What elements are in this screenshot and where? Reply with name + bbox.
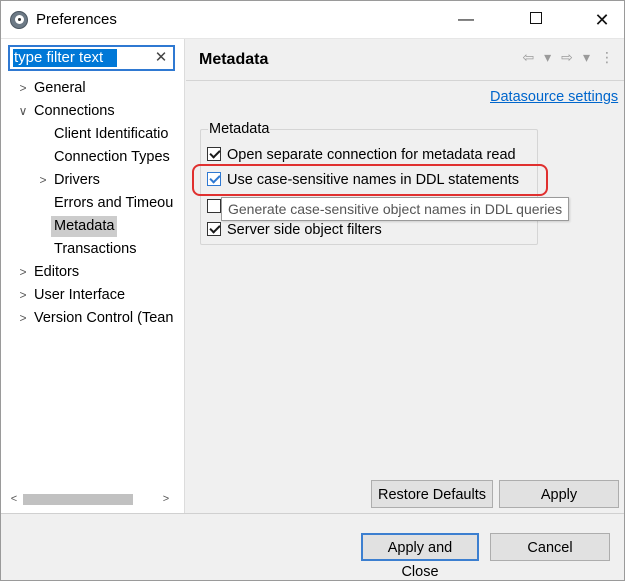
- more-options-icon[interactable]: ⋮: [600, 49, 614, 66]
- apply-and-close-button[interactable]: Apply and Close: [361, 533, 479, 580]
- apply-button[interactable]: Apply: [499, 480, 619, 508]
- expand-arrow-icon[interactable]: >: [16, 78, 30, 99]
- expand-arrow-icon[interactable]: >: [16, 308, 30, 329]
- metadata-group-label: Metadata: [208, 121, 271, 137]
- tree-item-label: General: [34, 80, 86, 96]
- expand-arrow-icon[interactable]: >: [16, 285, 30, 306]
- collapse-arrow-icon[interactable]: ∨: [16, 101, 30, 122]
- filter-field[interactable]: type filter text ✕: [8, 45, 175, 71]
- option-label: Server side object filters: [227, 222, 382, 238]
- preference-page: Metadata ⇦ ▾ ⇨ ▾ ⋮ Datasource settings M…: [186, 39, 624, 513]
- app-logo-icon: [10, 11, 28, 29]
- preferences-window: Preferences — ✕ type filter text ✕ > Gen…: [0, 0, 625, 581]
- option-label: Open separate connection for metadata re…: [227, 147, 516, 163]
- tooltip: Generate case-sensitive object names in …: [221, 197, 570, 221]
- preference-tree-pane: type filter text ✕ > General ∨ Connectio…: [1, 39, 185, 513]
- scroll-right-icon[interactable]: >: [159, 491, 173, 508]
- tree-item-label: Metadata: [51, 216, 118, 237]
- tree-item-label: Editors: [34, 264, 80, 280]
- back-arrow-icon[interactable]: ⇦: [522, 49, 534, 66]
- expand-arrow-icon[interactable]: >: [36, 170, 50, 191]
- checkbox[interactable]: [207, 172, 221, 186]
- expand-arrow-icon[interactable]: >: [16, 262, 30, 283]
- window-title: Preferences: [36, 11, 117, 28]
- checkbox[interactable]: [207, 147, 221, 161]
- option-label: Use case-sensitive names in DDL statemen…: [227, 172, 519, 188]
- tree-item-label: Drivers: [54, 172, 100, 188]
- footer-divider: [1, 513, 624, 514]
- title-bar: Preferences — ✕: [1, 1, 624, 39]
- back-menu-icon[interactable]: ▾: [544, 49, 551, 66]
- cancel-button[interactable]: Cancel: [490, 533, 610, 561]
- tree-item-label: Client Identificatio: [54, 126, 169, 142]
- clear-filter-icon[interactable]: ✕: [153, 47, 169, 69]
- maximize-icon: [530, 12, 542, 25]
- tree-item-label: Errors and Timeou: [54, 195, 174, 211]
- horizontal-scrollbar[interactable]: < >: [7, 491, 177, 508]
- tree-item-label: Connections: [34, 103, 115, 119]
- datasource-settings-link[interactable]: Datasource settings: [490, 89, 618, 105]
- page-navigation: ⇦ ▾ ⇨ ▾ ⋮: [516, 49, 614, 69]
- option-separate-metadata-connection[interactable]: Open separate connection for metadata re…: [207, 145, 516, 165]
- tree-item-label: User Interface: [34, 287, 126, 303]
- forward-menu-icon[interactable]: ▾: [583, 49, 590, 66]
- option-server-side-filters[interactable]: Server side object filters: [207, 220, 382, 240]
- maximize-button[interactable]: [513, 1, 559, 39]
- scrollbar-thumb[interactable]: [23, 494, 133, 505]
- option-case-sensitive-ddl[interactable]: Use case-sensitive names in DDL statemen…: [207, 170, 519, 190]
- tree-item-label: Connection Types: [54, 149, 170, 165]
- minimize-button[interactable]: —: [443, 1, 489, 39]
- restore-defaults-button[interactable]: Restore Defaults: [371, 480, 493, 508]
- page-title: Metadata: [199, 51, 269, 68]
- scroll-left-icon[interactable]: <: [7, 491, 21, 508]
- tree-item-label: Transactions: [54, 241, 137, 257]
- checkbox[interactable]: [207, 199, 221, 213]
- page-header: Metadata ⇦ ▾ ⇨ ▾ ⋮: [186, 39, 624, 81]
- forward-arrow-icon[interactable]: ⇨: [561, 49, 573, 66]
- close-button[interactable]: ✕: [579, 1, 625, 39]
- checkbox[interactable]: [207, 222, 221, 236]
- tree-item-label: Version Control (Tean: [34, 310, 174, 326]
- filter-input-text[interactable]: type filter text: [13, 49, 117, 67]
